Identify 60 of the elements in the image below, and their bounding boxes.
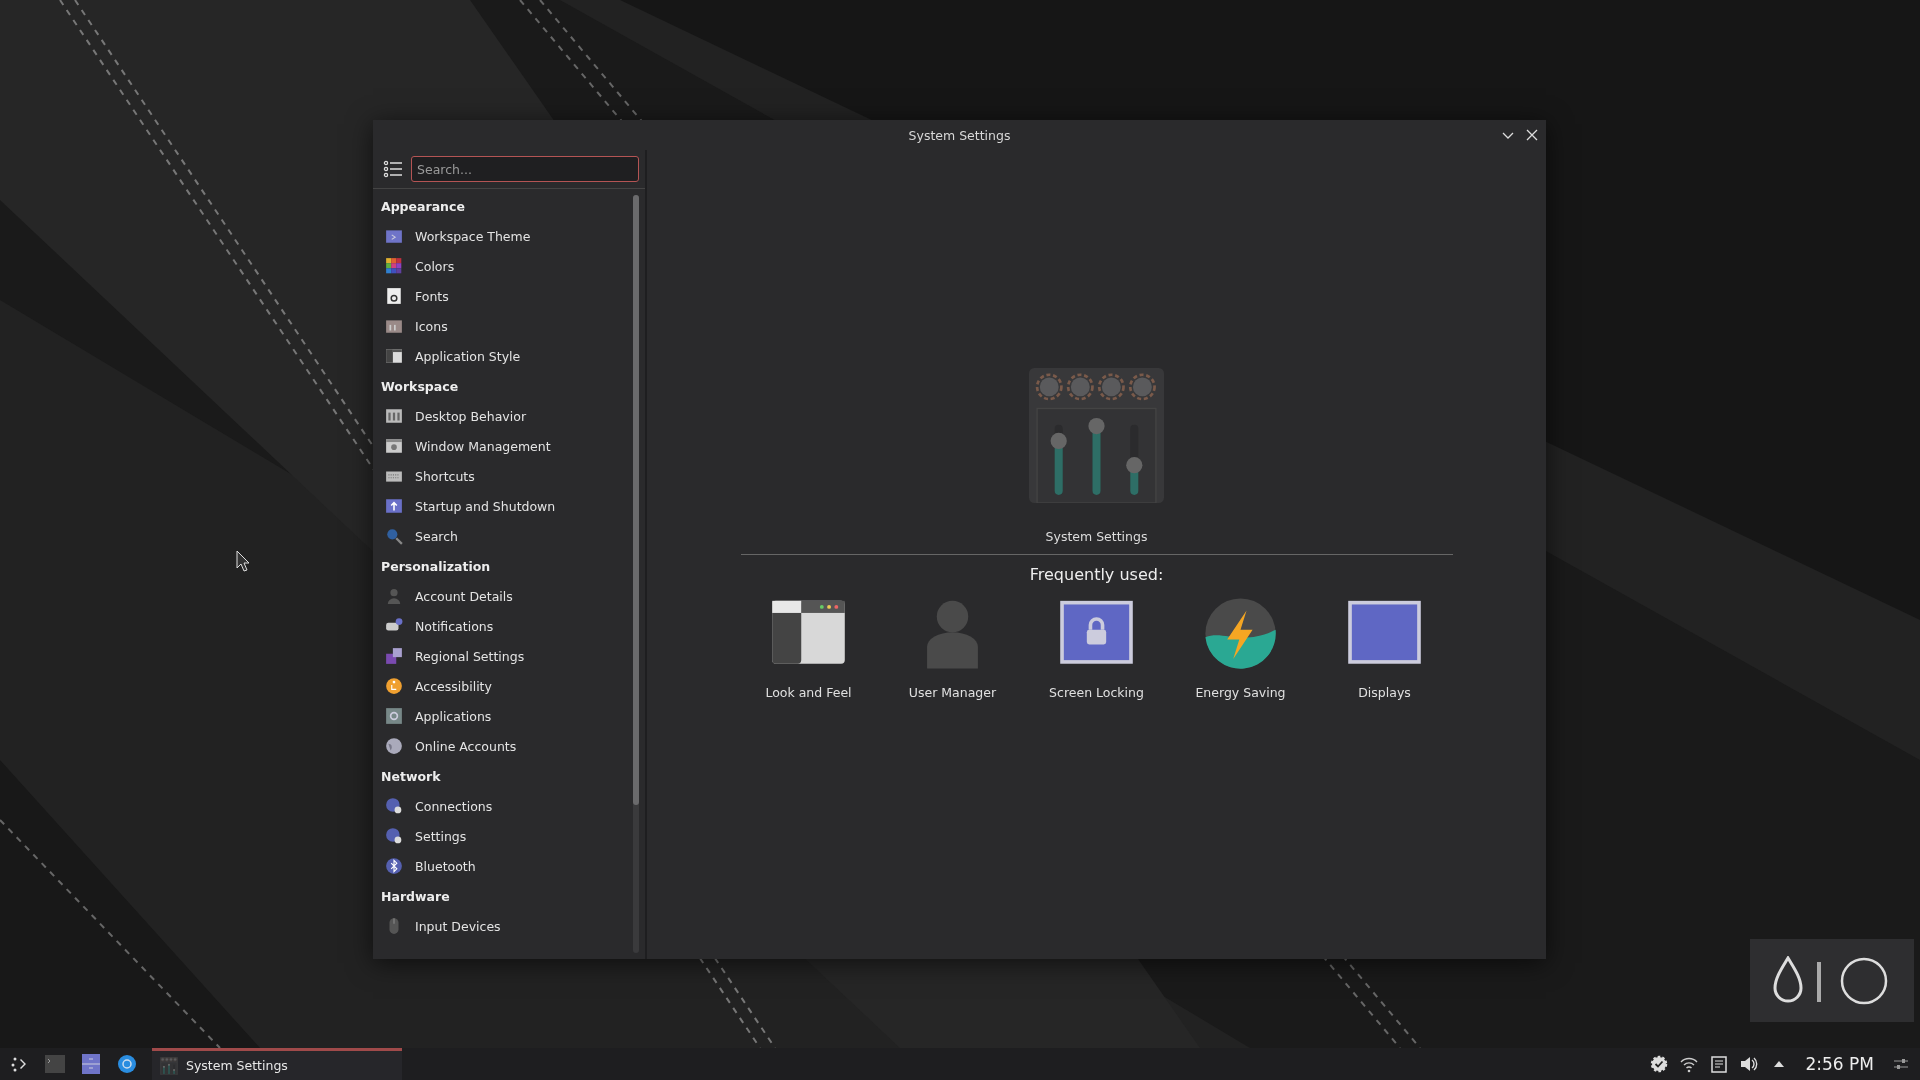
sidebar-item[interactable]: Fonts	[373, 281, 633, 311]
window-icon	[385, 347, 403, 365]
lightning-icon	[1203, 596, 1278, 671]
shortcut-item[interactable]: Energy Saving	[1168, 596, 1313, 700]
sidebar-item[interactable]: Connections	[373, 791, 633, 821]
app-caption: System Settings	[1045, 529, 1148, 544]
palette-icon	[385, 257, 403, 275]
gear-icon	[385, 707, 403, 725]
search-icon	[385, 527, 403, 545]
sidebar-item[interactable]: Settings	[373, 821, 633, 851]
shortcut-item[interactable]: Look and Feel	[736, 596, 881, 700]
sidebar-heading: Personalization	[380, 557, 492, 576]
window-title: System Settings	[908, 127, 1011, 143]
sidebar-item[interactable]: Applications	[373, 701, 633, 731]
grid-icon	[385, 407, 403, 425]
sidebar-item[interactable]: Shortcuts	[373, 461, 633, 491]
sidebar-item[interactable]: Search	[373, 521, 633, 551]
scrollbar[interactable]	[633, 195, 639, 953]
close-icon[interactable]	[1526, 129, 1538, 141]
sidebar-item[interactable]: Input Devices	[373, 911, 633, 941]
sidebar-item[interactable]: Desktop Behavior	[373, 401, 633, 431]
sidebar-item[interactable]: Accessibility	[373, 671, 633, 701]
shortcut-item[interactable]: Screen Locking	[1024, 596, 1169, 700]
sidebar-heading: Hardware	[380, 887, 451, 906]
folder-icon	[385, 317, 403, 335]
sidebar-item[interactable]: Online Accounts	[373, 731, 633, 761]
sidebar-item[interactable]: Window Management	[373, 431, 633, 461]
mixer-icon	[1029, 368, 1164, 503]
cursor-icon	[236, 550, 250, 572]
shortcut-item[interactable]: User Manager	[880, 596, 1025, 700]
sidebar-item[interactable]: Regional Settings	[373, 641, 633, 671]
theme-icon	[385, 227, 403, 245]
sidebar-item[interactable]: Application Style	[373, 341, 633, 371]
task-button[interactable]: System Settings	[152, 1048, 402, 1080]
gear-window-icon	[385, 437, 403, 455]
network-gear-icon	[385, 827, 403, 845]
menu-icon[interactable]	[383, 159, 403, 179]
accessibility-icon	[385, 677, 403, 695]
sidebar-item[interactable]: Bluetooth	[373, 851, 633, 881]
font-icon	[385, 287, 403, 305]
shortcut-item[interactable]: Displays	[1312, 596, 1457, 700]
bluetooth-icon	[385, 857, 403, 875]
person-icon	[385, 587, 403, 605]
sidebar-heading: Workspace	[380, 377, 460, 396]
sidebar-heading: Appearance	[380, 197, 466, 216]
mixer-icon	[160, 1056, 178, 1075]
browser-icon[interactable]	[116, 1053, 138, 1075]
sidebar-item[interactable]: Workspace Theme	[373, 221, 633, 251]
sidebar-item[interactable]: Startup and Shutdown	[373, 491, 633, 521]
network-gear-icon	[385, 797, 403, 815]
sidebar-item[interactable]: Notifications	[373, 611, 633, 641]
clock[interactable]: 2:56 PM	[1805, 1054, 1874, 1074]
sidebar-item[interactable]: Account Details	[373, 581, 633, 611]
search-field[interactable]: Search...	[411, 156, 639, 182]
file-manager-icon[interactable]	[80, 1053, 102, 1075]
language-icon	[385, 647, 403, 665]
section-title: Frequently used:	[1029, 565, 1164, 584]
sidebar-item[interactable]: Icons	[373, 311, 633, 341]
sidebar-heading: Network	[380, 767, 442, 786]
sidebar-item[interactable]: Colors	[373, 251, 633, 281]
